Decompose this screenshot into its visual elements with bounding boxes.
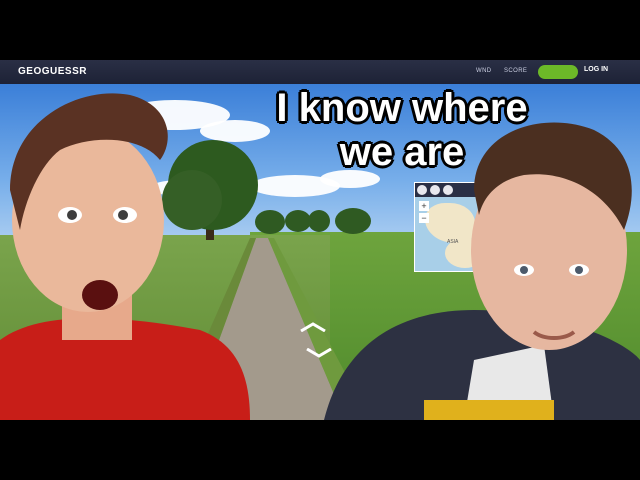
nav-arrow-up-icon[interactable] [300,322,326,332]
login-button[interactable]: LOG IN [584,66,608,73]
video-frame: GEOGUESSR WND SCORE LOG IN + − ASIA I kn… [0,60,640,420]
letterbox-bottom [0,420,640,480]
menu-item[interactable]: WND [476,68,492,74]
letterbox-top [0,0,640,60]
logo-text: GEOGUESSR [18,66,87,77]
caption-line-2: we are [339,130,465,174]
upgrade-button[interactable] [538,65,578,79]
menu-item-score[interactable]: SCORE [504,68,527,74]
geoguessr-logo-icon[interactable]: GEOGUESSR [18,66,87,77]
caption-line-1: I know where [276,86,528,130]
streamer-left [0,93,250,420]
